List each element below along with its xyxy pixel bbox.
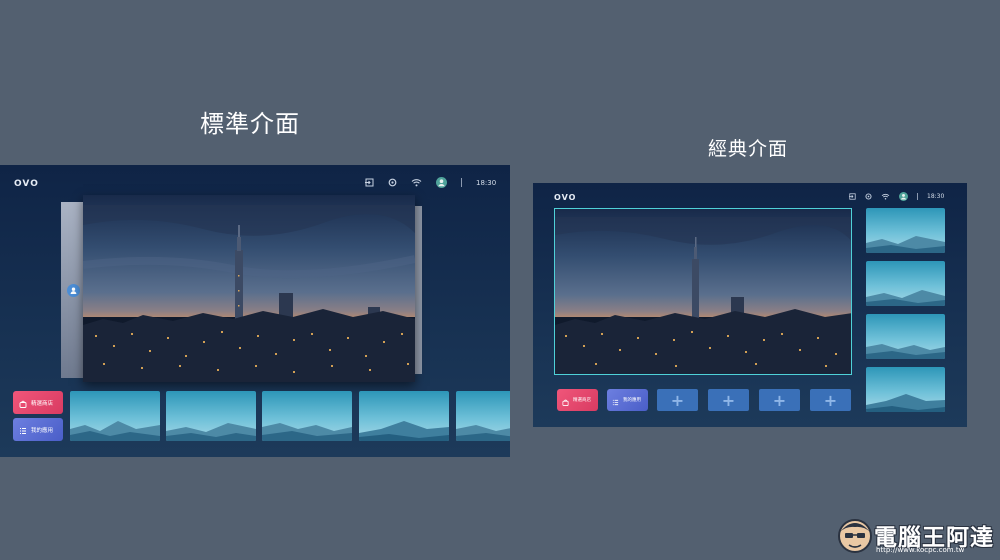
my-apps-label: 我的應用 bbox=[31, 427, 54, 434]
status-bar: 18:30 bbox=[365, 177, 496, 188]
site-watermark: 電腦王阿達 http://www.kocpc.com.tw bbox=[836, 516, 996, 558]
next-card-edge[interactable] bbox=[415, 206, 422, 374]
wallpaper-thumbnail[interactable] bbox=[866, 261, 945, 306]
wallpaper-thumbnail[interactable] bbox=[866, 208, 945, 253]
ovo-logo: OVO bbox=[554, 193, 577, 202]
app-store-label: 精選商店 bbox=[31, 400, 54, 407]
user-profile-icon[interactable] bbox=[67, 284, 80, 297]
add-app-tile[interactable]: + bbox=[810, 389, 851, 411]
my-apps-label: 我的應用 bbox=[623, 398, 641, 403]
caption-classic-interface: 經典介面 bbox=[708, 138, 789, 160]
wallpaper-thumbnail[interactable] bbox=[359, 391, 449, 441]
clock: 18:30 bbox=[927, 193, 945, 200]
status-separator bbox=[461, 178, 462, 187]
add-app-tile[interactable]: + bbox=[657, 389, 698, 411]
app-store-label: 精選商店 bbox=[573, 398, 591, 403]
add-app-tile[interactable]: + bbox=[759, 389, 800, 411]
watermark-url: http://www.kocpc.com.tw bbox=[876, 546, 965, 554]
my-apps-button[interactable]: 我的應用 bbox=[607, 389, 648, 411]
add-app-tile[interactable]: + bbox=[708, 389, 749, 411]
wallpaper-thumbnail[interactable] bbox=[866, 314, 945, 359]
clock: 18:30 bbox=[476, 178, 497, 187]
settings-icon[interactable] bbox=[865, 193, 872, 200]
avatar-icon[interactable] bbox=[899, 192, 908, 201]
wallpaper-thumbnail[interactable] bbox=[456, 391, 510, 441]
ovo-logo: OVO bbox=[14, 179, 39, 189]
list-icon bbox=[612, 391, 619, 410]
input-icon[interactable] bbox=[365, 178, 374, 187]
featured-city-photo[interactable] bbox=[554, 208, 852, 375]
list-icon bbox=[19, 420, 27, 439]
featured-city-photo[interactable] bbox=[83, 195, 415, 382]
input-icon[interactable] bbox=[849, 193, 856, 200]
wifi-icon[interactable] bbox=[411, 178, 422, 187]
settings-icon[interactable] bbox=[388, 178, 397, 187]
wallpaper-thumbnail[interactable] bbox=[70, 391, 160, 441]
wallpaper-thumbnail[interactable] bbox=[166, 391, 256, 441]
mascot-icon bbox=[838, 519, 872, 553]
wifi-icon[interactable] bbox=[881, 193, 890, 200]
app-store-button[interactable]: 精選商店 bbox=[557, 389, 598, 411]
avatar-icon[interactable] bbox=[436, 177, 447, 188]
caption-standard-interface: 標準介面 bbox=[200, 110, 300, 138]
bag-icon bbox=[19, 393, 27, 412]
classic-interface-screen: OVO 18:30 精選商店 我的應用 + + + + bbox=[533, 183, 967, 427]
my-apps-button[interactable]: 我的應用 bbox=[13, 418, 63, 441]
app-store-button[interactable]: 精選商店 bbox=[13, 391, 63, 414]
bag-icon bbox=[562, 391, 569, 410]
wallpaper-thumbnail[interactable] bbox=[262, 391, 352, 441]
standard-interface-screen: OVO 18:30 精選商店 我的應用 bbox=[0, 165, 510, 457]
status-separator bbox=[917, 193, 918, 200]
wallpaper-thumbnail[interactable] bbox=[866, 367, 945, 412]
status-bar: 18:30 bbox=[849, 192, 944, 201]
